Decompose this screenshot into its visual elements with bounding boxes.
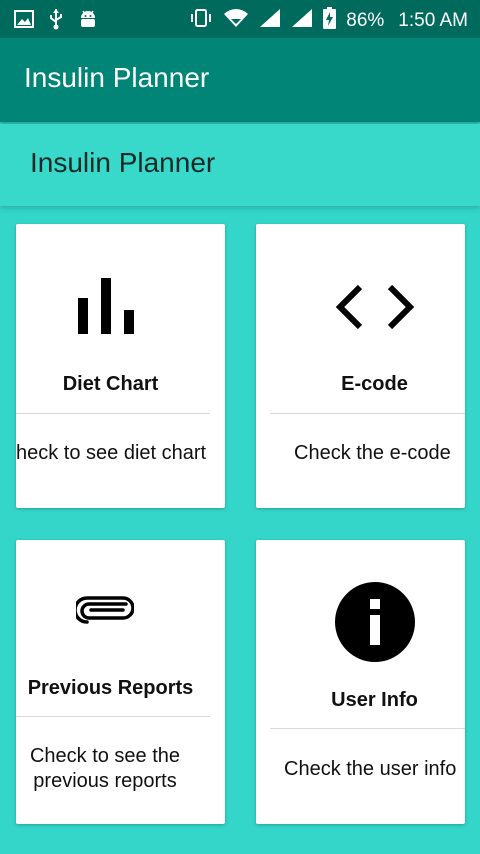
- status-bar: 86% 1:50 AM: [0, 0, 480, 38]
- cell-signal-2-icon: [291, 8, 313, 34]
- usb-icon: [48, 8, 64, 35]
- battery-charging-icon: [323, 7, 337, 35]
- cell-signal-icon: [259, 8, 281, 34]
- card-title: Diet Chart: [62, 373, 159, 395]
- code-icon: [334, 284, 416, 335]
- notification-icons: [14, 8, 98, 35]
- card-divider: [16, 716, 210, 717]
- previous-reports-card[interactable]: Previous Reports Check to see the previo…: [16, 540, 225, 824]
- card-divider: [16, 413, 210, 414]
- bar-chart-icon: [76, 276, 136, 339]
- card-divider: [270, 728, 465, 729]
- user-info-card[interactable]: User Info Check the user info: [256, 540, 465, 824]
- info-icon: [334, 581, 416, 668]
- page-title: Insulin Planner: [30, 147, 216, 178]
- app-bar: Insulin Planner: [0, 38, 480, 122]
- app-title: Insulin Planner: [24, 62, 210, 93]
- android-icon: [78, 8, 98, 35]
- wifi-icon: [223, 8, 249, 34]
- card-description: Check to see the previous reports: [16, 744, 194, 794]
- card-description-line: previous reports: [33, 770, 177, 792]
- clock: 1:50 AM: [398, 10, 468, 31]
- page-header: Insulin Planner: [0, 124, 480, 206]
- image-notification-icon: [14, 10, 34, 33]
- e-code-card[interactable]: E-code Check the e-code: [256, 224, 465, 508]
- card-description: Check the e-code: [294, 442, 451, 464]
- card-description-line: Check to see the: [29, 745, 181, 767]
- vibrate-icon: [189, 8, 213, 34]
- diet-chart-card[interactable]: Diet Chart heck to see diet chart: [16, 224, 225, 508]
- card-title: E-code: [341, 373, 408, 395]
- card-description: Check the user info: [284, 758, 457, 780]
- battery-percentage: 86%: [346, 10, 385, 31]
- card-title: User Info: [331, 689, 418, 711]
- card-description: heck to see diet chart: [16, 442, 207, 464]
- system-status: 86% 1:50 AM: [189, 7, 468, 35]
- card-title: Previous Reports: [27, 677, 194, 699]
- card-divider: [270, 413, 465, 414]
- paperclip-icon: [73, 595, 135, 630]
